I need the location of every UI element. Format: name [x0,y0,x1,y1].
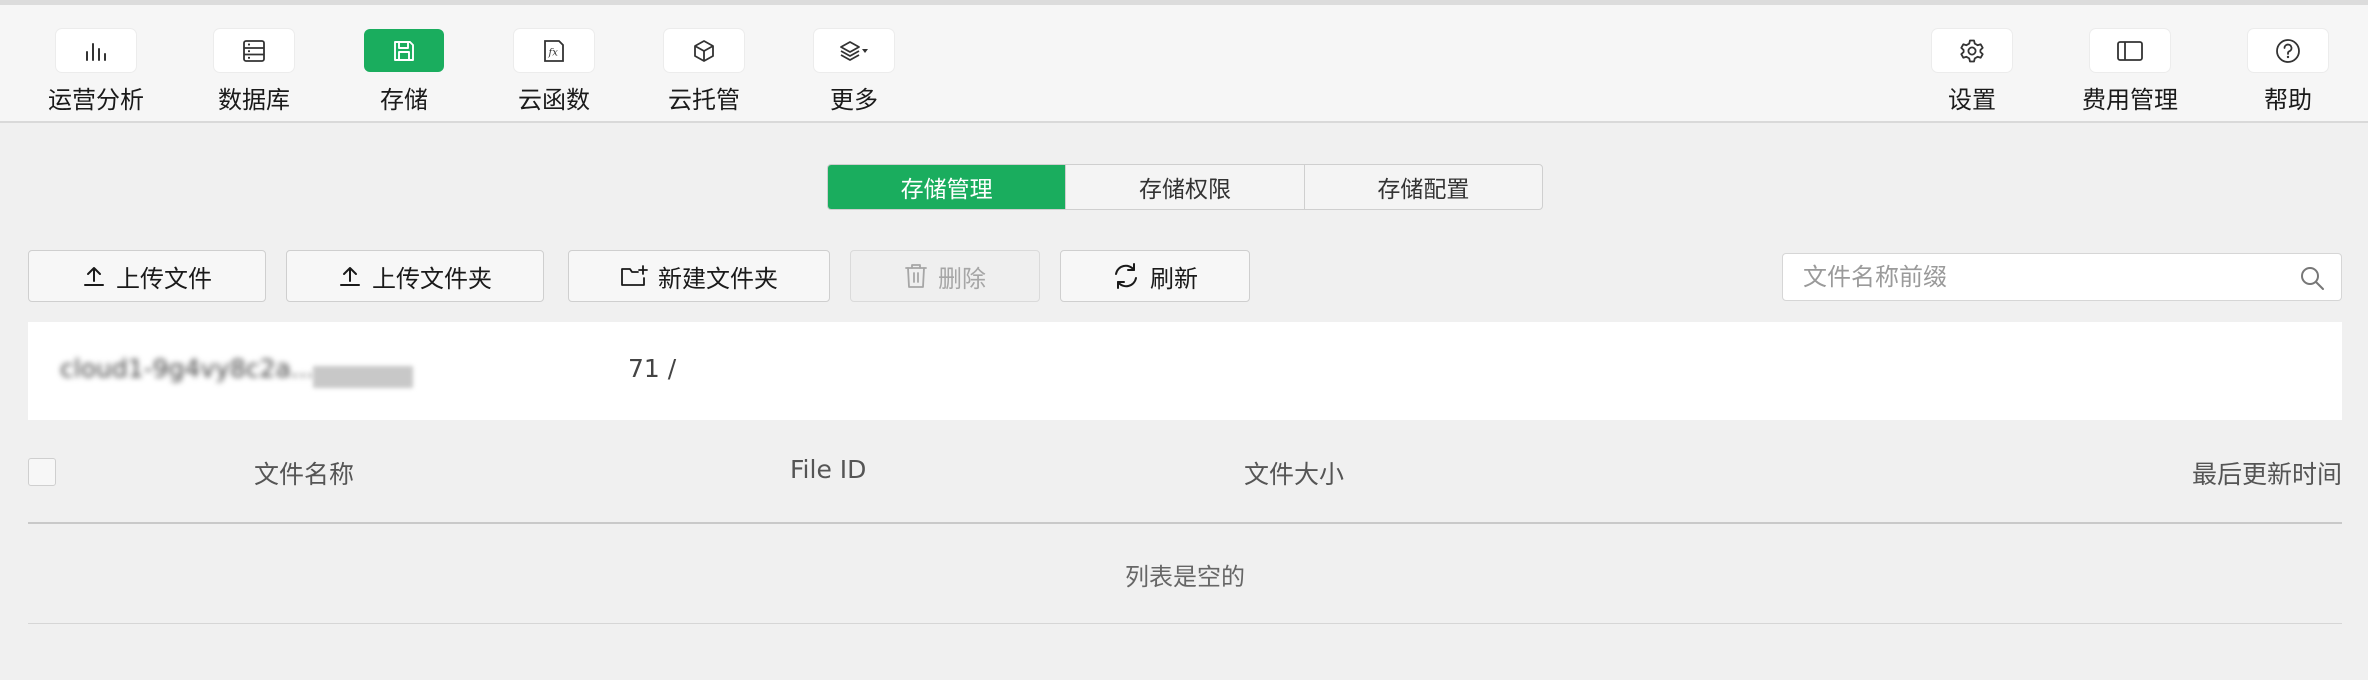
cube-icon [694,39,714,62]
upload-file-button[interactable]: 上传文件 [28,250,266,302]
nav-item-cloud-functions[interactable]: fx 云函数 [484,29,624,115]
column-header-filename[interactable]: 文件名称 [254,455,354,491]
help-icon [2276,38,2300,63]
column-header-last-updated[interactable]: 最后更新时间 [2192,455,2342,491]
storage-tabs: 存储管理 存储权限 存储配置 [827,164,1543,210]
upload-icon [84,267,104,286]
layers-icon [840,40,868,61]
search-box [1782,253,2342,301]
nav-button-analytics[interactable] [56,29,136,72]
nav-button-more[interactable] [814,29,894,72]
path-text[interactable]: cloud1-9g4vy8c2a... [60,354,315,383]
gear-icon [1960,39,1984,62]
new-folder-icon [621,265,648,286]
fx-function-icon: fx [544,39,564,62]
nav-button-database[interactable] [214,29,294,72]
delete-button[interactable]: 删除 [850,250,1040,302]
search-icon[interactable] [2299,265,2325,291]
upload-folder-button[interactable]: 上传文件夹 [286,250,544,302]
select-all-checkbox[interactable] [28,458,56,486]
nav-label-database: 数据库 [218,86,290,114]
nav-label-analytics: 运营分析 [48,86,144,114]
nav-label-settings: 设置 [1948,86,1996,114]
new-folder-label: 新建文件夹 [658,264,778,293]
nav-item-cloud-hosting[interactable]: 云托管 [634,29,774,115]
nav-item-database[interactable]: 数据库 [184,29,324,115]
upload-icon [340,267,360,286]
top-toolbar: 运营分析 数据库 存储 fx 云函数 云托管 更多 设置 费用管理 帮助 [0,5,2368,123]
tab-storage-permissions[interactable]: 存储权限 [1066,165,1305,209]
nav-item-billing[interactable]: 费用管理 [2060,29,2200,115]
column-header-file-id[interactable]: File ID [790,455,866,484]
save-disk-icon [394,40,414,61]
trash-icon [905,264,927,288]
nav-button-storage[interactable] [364,29,444,72]
nav-button-help[interactable] [2248,29,2328,72]
nav-button-cloud-functions[interactable]: fx [514,29,594,72]
refresh-icon [1115,263,1137,289]
nav-button-settings[interactable] [1932,29,2012,72]
nav-button-cloud-hosting[interactable] [664,29,744,72]
tab-storage-management[interactable]: 存储管理 [828,165,1067,209]
empty-list-message: 列表是空的 [28,526,2342,624]
billing-icon [2117,40,2143,61]
nav-label-cloud-hosting: 云托管 [668,86,740,114]
nav-item-storage[interactable]: 存储 [334,29,474,115]
tab-storage-config[interactable]: 存储配置 [1305,165,1542,209]
path-breadcrumb: cloud1-9g4vy8c2a... 71 / [28,322,2342,420]
nav-item-more[interactable]: 更多 [784,29,924,115]
path-separator: 71 / [628,354,677,383]
nav-label-help: 帮助 [2264,86,2312,114]
nav-label-storage: 存储 [380,86,428,114]
refresh-button[interactable]: 刷新 [1060,250,1250,302]
upload-folder-label: 上传文件夹 [372,264,492,293]
nav-item-analytics[interactable]: 运营分析 [26,29,166,115]
database-icon [243,39,265,62]
new-folder-button[interactable]: 新建文件夹 [568,250,830,302]
file-table-header: 文件名称 File ID 文件大小 最后更新时间 [28,440,2342,524]
nav-item-help[interactable]: 帮助 [2218,29,2358,115]
nav-label-more: 更多 [830,86,878,114]
nav-label-billing: 费用管理 [2082,86,2178,114]
redaction-block [313,366,413,388]
column-header-file-size[interactable]: 文件大小 [1244,455,1344,491]
upload-file-label: 上传文件 [116,264,212,293]
nav-button-billing[interactable] [2090,29,2170,72]
nav-label-cloud-functions: 云函数 [518,86,590,114]
search-input[interactable] [1783,254,2283,300]
bar-chart-icon [86,42,106,61]
svg-text:fx: fx [548,47,559,58]
nav-item-settings[interactable]: 设置 [1902,29,2042,115]
refresh-label: 刷新 [1150,264,1198,293]
delete-label: 删除 [938,264,986,293]
